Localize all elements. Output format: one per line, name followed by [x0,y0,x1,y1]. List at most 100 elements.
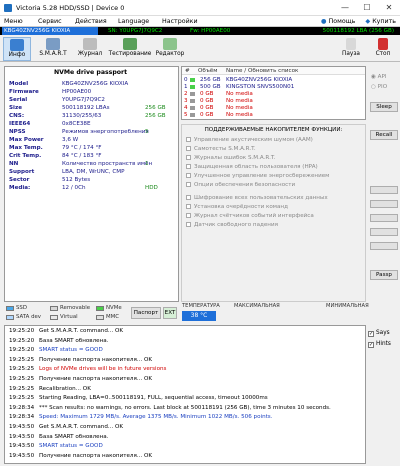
log-message: Получение паспорта накопителя... OK [39,452,153,459]
log-time: 19:43:50 [9,424,35,430]
feature-checkbox[interactable]: Защищенная область пользователя (HPA) [186,164,318,171]
feature-checkbox[interactable]: Управление акустическим шумом (AAM) [186,137,313,144]
legend-virtual: Virtual [60,314,78,320]
menu-settings[interactable]: Настройки [162,18,198,25]
app-icon [4,4,12,12]
device-name: No media [226,91,253,97]
log-time: 19:25:25 [9,356,35,363]
passport-button[interactable]: Паспорт [131,307,161,319]
sata-swatch [6,315,14,320]
sleep-button[interactable]: Sleep [370,102,398,112]
feature-checkbox[interactable]: Датчик свободного падения [186,222,278,229]
log-time: 19:25:20 [9,328,35,334]
log-message: *** Scan results: no warnings, no errors… [39,404,331,411]
passp-button[interactable]: Passp [370,270,398,280]
menu-help[interactable]: Помощь [329,18,356,25]
passport-value: 3,6 W [62,137,79,143]
passport-key: Serial [9,97,28,103]
maximize-icon[interactable]: ☐ [356,0,378,16]
device-size: 0 GB [200,112,214,118]
col-name[interactable]: Name / Обновить список [226,68,298,74]
testing-button[interactable]: Тестирование [108,37,152,61]
passport-key: CNS: [9,113,25,119]
device-name: No media [226,105,253,111]
side-control-button[interactable] [370,214,398,222]
device-name: No media [226,98,253,104]
log-message: SMART status = GOOD [39,347,103,354]
help-icon[interactable]: ● [321,18,327,25]
editor-button[interactable]: Редактор [155,37,185,61]
log-time: 19:25:25 [9,395,35,402]
log-line: 19:25:25 Получение паспорта накопителя...… [7,357,365,366]
log-time: 19:43:50 [9,433,35,440]
device-size: 500 GB [200,84,221,90]
device-row[interactable]: 1 500 GB KINGSTON SNVS500N01 [182,84,365,91]
feature-checkbox[interactable]: Опции обеспечения безопасности [186,182,295,189]
passport-key: Firmware [9,89,39,95]
side-control-button[interactable] [370,186,398,194]
log-time: 19:43:50 [9,452,35,459]
recall-button[interactable]: Recall [370,130,398,140]
says-checkbox[interactable]: ✓ Says [368,330,390,337]
side-control-button[interactable] [370,242,398,250]
menu-actions[interactable]: Действия [75,18,107,25]
event-log[interactable]: 19:25:20 Get S.M.A.R.T. command... OK 19:2… [4,325,366,464]
side-control-button[interactable] [370,228,398,236]
menu-buy[interactable]: Купить [372,18,396,25]
device-number: 2 [184,91,188,97]
editor-icon [163,38,177,50]
passport-row: Sector 512 Bytes [7,177,177,184]
feature-checkbox[interactable]: Улучшенное управление энергосбережением [186,173,329,180]
log-time: 19:43:50 [9,443,35,450]
col-size[interactable]: Объём [198,68,217,74]
menu-service[interactable]: Сервис [38,18,62,25]
legend-ssd: SSD [16,305,27,311]
device-list[interactable]: # Объём Name / Обновить список 0 256 GB KB… [181,66,366,120]
device-row[interactable]: 2 0 GB No media [182,91,365,98]
log-message: Starting Reading, LBA=0..500118191, FULL… [39,395,268,402]
passport-value: 0x8CE38E [62,121,91,127]
info-button[interactable]: Инфо [3,37,31,61]
close-icon[interactable]: ✕ [378,0,400,16]
api-radio[interactable]: ◉ API [371,74,387,80]
feature-checkbox[interactable]: Самотесты S.M.A.R.T. [186,146,256,153]
passport-key: Max Power [9,137,44,143]
menu-language[interactable]: Language [118,18,149,25]
pause-button[interactable]: Пауза [338,37,364,61]
device-row[interactable]: 0 256 GB KBG40ZNV256G KIOXIA [182,77,365,84]
log-message: Get S.M.A.R.T. command... OK [39,328,124,334]
log-line: 19:25:25 Logs of NVMe drives will be in f… [7,366,365,375]
col-number: # [185,68,190,74]
pause-icon [346,38,356,50]
minimize-icon[interactable]: — [334,0,356,16]
smart-button[interactable]: S.M.A.R.T [34,37,72,61]
feature-label: Защищенная область пользователя (HPA) [194,164,318,170]
log-time: 19:25:25 [9,385,35,392]
device-size: 256 GB [200,77,221,83]
device-name: KINGSTON SNVS500N01 [226,84,295,90]
feature-label: Улучшенное управление энергосбережением [194,173,330,179]
log-time: 19:25:25 [9,366,35,373]
device-row[interactable]: 3 0 GB No media [182,98,365,105]
drive-icon [190,92,195,96]
ext-button[interactable]: EXT [163,307,177,319]
hints-checkbox[interactable]: ✓ Hints [368,341,391,348]
feature-checkbox[interactable]: Установка очерёдности команд [186,204,288,211]
menu-main[interactable]: Меню [4,18,23,25]
journal-button[interactable]: Журнал [75,37,105,61]
log-line: 19:43:50 База SMART обновлена. [7,434,365,443]
log-message: База SMART обновлена. [39,433,109,440]
feature-checkbox[interactable]: Шифрование всех пользовательских данных [186,195,328,202]
passport-value: Y0UPG7J7Q9C2 [62,97,105,103]
device-row[interactable]: 4 0 GB No media [182,105,365,112]
feature-checkbox[interactable]: Журнал счётчиков событий интерфейса [186,213,314,220]
device-row[interactable]: 5 0 GB No media [182,112,365,119]
pio-radio[interactable]: ○ PIO [371,84,387,90]
cart-icon[interactable]: ◆ [365,18,370,25]
log-message: Получение паспорта накопителя... OK [39,356,153,363]
log-message: Recalibration... OK [39,385,91,392]
side-control-button[interactable] [370,200,398,208]
feature-checkbox[interactable]: Журналы ошибок S.M.A.R.T. [186,155,275,162]
log-time: 19:25:20 [9,347,35,354]
log-message: Get S.M.A.R.T. command... OK [39,424,124,430]
